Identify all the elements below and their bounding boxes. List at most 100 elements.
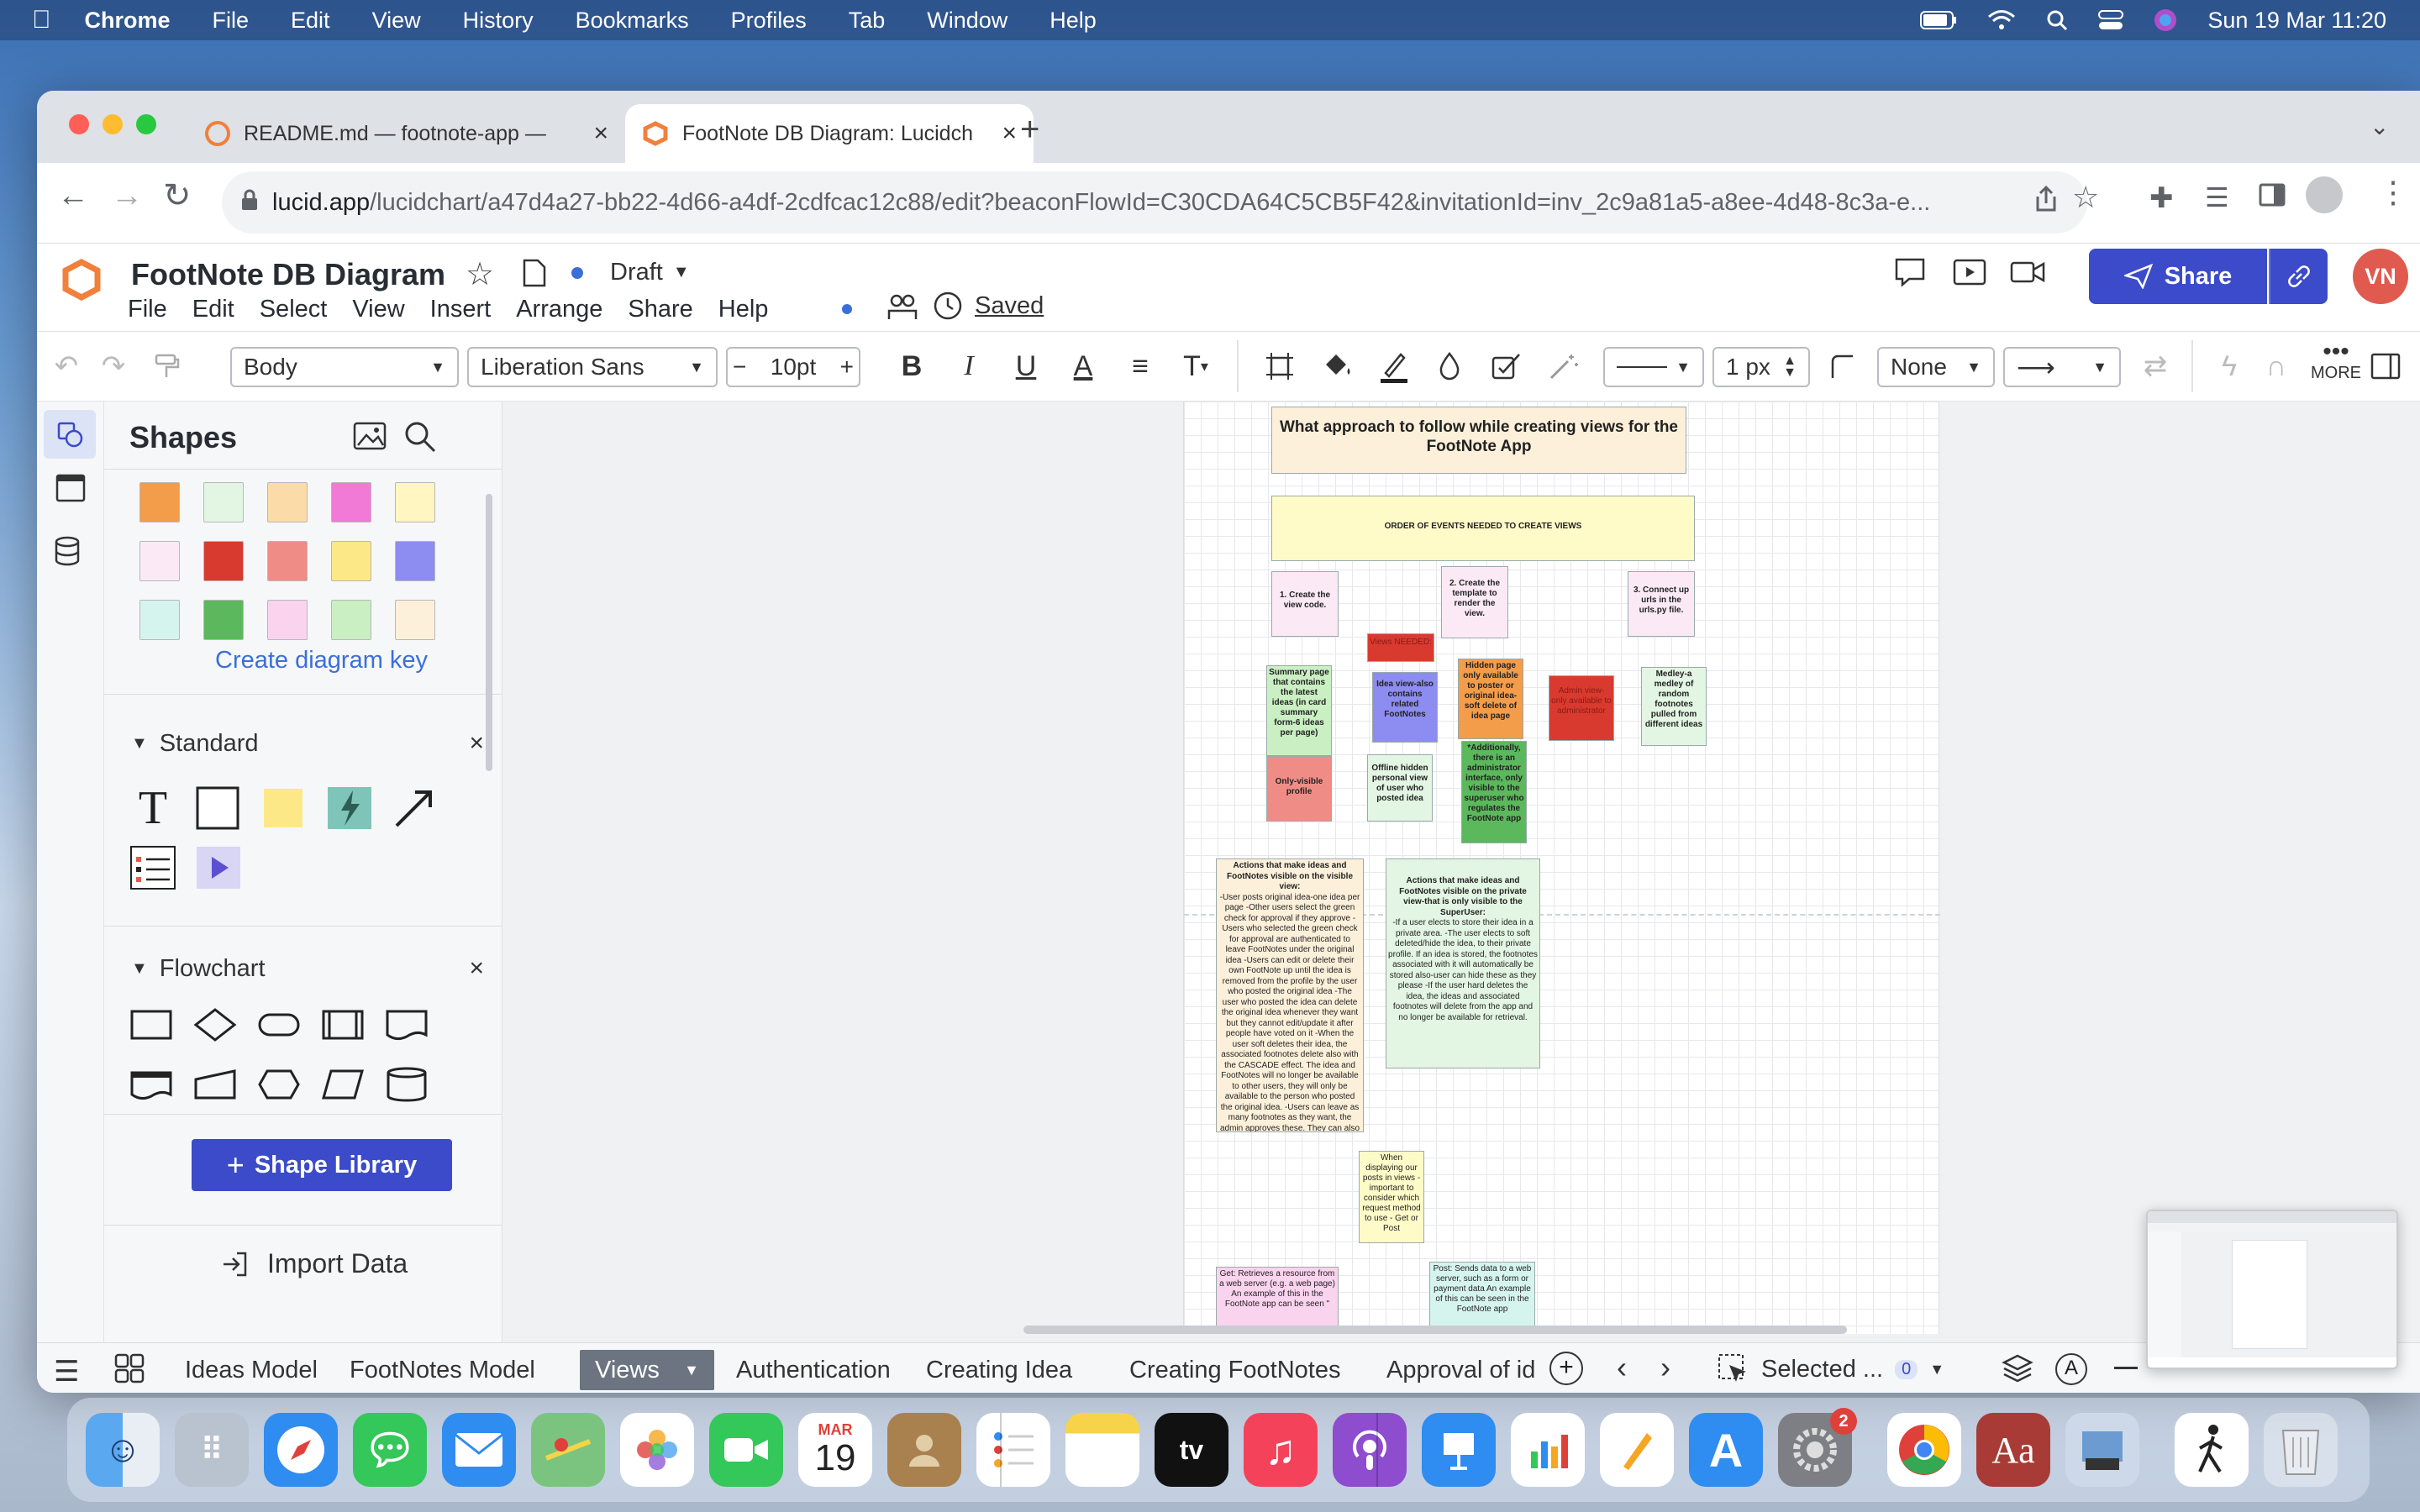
- color-swatch[interactable]: [203, 482, 244, 522]
- add-page-icon[interactable]: +: [1549, 1352, 1583, 1385]
- video-shape-icon[interactable]: [195, 845, 242, 890]
- prev-page-icon[interactable]: ‹: [1617, 1350, 1627, 1385]
- profile-avatar-icon[interactable]: [2306, 176, 2343, 213]
- system-settings-icon[interactable]: 2: [1778, 1408, 1857, 1487]
- back-arrow-icon[interactable]: ←: [57, 178, 89, 214]
- layers-icon[interactable]: [2002, 1353, 2033, 1383]
- diagram-canvas[interactable]: What approach to follow while creating v…: [502, 402, 2420, 1342]
- facetime-icon[interactable]: [709, 1413, 783, 1487]
- step1-box[interactable]: 1. Create the view code.: [1271, 571, 1339, 637]
- color-swatch[interactable]: [267, 600, 308, 640]
- terminator-shape-icon[interactable]: [257, 1006, 301, 1043]
- standard-section-header[interactable]: ▼ Standard ×: [131, 729, 484, 758]
- shape-library-button[interactable]: + Shape Library: [192, 1139, 452, 1191]
- photos-icon[interactable]: [620, 1413, 694, 1487]
- decrease-size-icon[interactable]: −: [733, 354, 746, 381]
- close-tab-icon[interactable]: ×: [593, 119, 608, 148]
- minimize-window-button[interactable]: [103, 114, 123, 134]
- next-page-icon[interactable]: ›: [1660, 1350, 1670, 1385]
- redo-icon[interactable]: ↷: [92, 345, 134, 387]
- menu-arrange[interactable]: Arrange: [516, 296, 602, 323]
- undo-icon[interactable]: ↶: [45, 345, 87, 387]
- trash-icon[interactable]: [2264, 1413, 2338, 1487]
- color-swatch[interactable]: [139, 482, 180, 522]
- color-swatch[interactable]: [139, 541, 180, 581]
- apple-icon[interactable]: : [32, 6, 51, 34]
- page-tab-footnotes-model[interactable]: FootNotes Model: [334, 1350, 550, 1390]
- line-start-select[interactable]: None ▼: [1877, 347, 1995, 387]
- menubar-item-window[interactable]: Window: [927, 8, 1007, 34]
- swap-arrows-icon[interactable]: ⇄: [2134, 345, 2176, 387]
- messages-icon[interactable]: 💬︎: [353, 1413, 427, 1487]
- line-width-value[interactable]: 1 px: [1726, 354, 1770, 381]
- conditional-format-icon[interactable]: [1486, 345, 1528, 387]
- zoom-out-icon[interactable]: [2114, 1367, 2138, 1369]
- page-tab-ideas-model[interactable]: Ideas Model: [170, 1350, 333, 1390]
- share-button[interactable]: Share: [2089, 249, 2267, 304]
- decision-shape-icon[interactable]: [193, 1006, 237, 1043]
- italic-icon[interactable]: I: [948, 345, 990, 387]
- opacity-icon[interactable]: [1428, 345, 1470, 387]
- page-tab-views[interactable]: Views ▼: [580, 1350, 714, 1390]
- shape-options-icon[interactable]: [1259, 345, 1301, 387]
- data-icon[interactable]: [54, 536, 87, 568]
- text-style-select[interactable]: Body ▼: [230, 347, 459, 387]
- rectangle-shape-icon[interactable]: [195, 785, 242, 831]
- order-of-events-box[interactable]: ORDER OF EVENTS NEEDED TO CREATE VIEWS: [1271, 496, 1695, 561]
- tab-readme[interactable]: README.md — footnote-app — ×: [188, 104, 625, 163]
- reload-icon[interactable]: ↻: [163, 176, 192, 215]
- calendar-icon[interactable]: MAR 19: [798, 1413, 872, 1487]
- process-shape-icon[interactable]: [129, 1006, 173, 1043]
- admin-interface-box[interactable]: *Additionally, there is an administrator…: [1461, 741, 1527, 843]
- tab-lucid[interactable]: FootNote DB Diagram: Lucidch ×: [625, 104, 1034, 163]
- page-tab-approval[interactable]: Approval of id: [1371, 1350, 1536, 1390]
- side-panel-icon[interactable]: [2259, 181, 2286, 208]
- private-actions-box[interactable]: Actions that make ideas and FootNotes vi…: [1386, 858, 1540, 1068]
- database-shape-icon[interactable]: [385, 1066, 429, 1103]
- page-tab-creating-footnotes[interactable]: Creating FootNotes: [1114, 1350, 1355, 1390]
- color-swatch[interactable]: [331, 600, 371, 640]
- zoom-window-button[interactable]: [136, 114, 156, 134]
- line-color-icon[interactable]: [1373, 345, 1415, 387]
- menubar-item-view[interactable]: View: [372, 8, 421, 34]
- medley-box[interactable]: Medley-a medley of random footnotes pull…: [1641, 667, 1707, 746]
- copy-link-button[interactable]: [2269, 249, 2328, 304]
- more-button[interactable]: ••• MORE: [2311, 339, 2361, 383]
- text-shape-icon[interactable]: T: [129, 785, 176, 832]
- battery-icon[interactable]: [1920, 11, 1957, 29]
- menubar-item-profiles[interactable]: Profiles: [731, 8, 807, 34]
- numbers-icon[interactable]: [1511, 1413, 1585, 1487]
- page-grid-icon[interactable]: [114, 1353, 145, 1383]
- templates-icon[interactable]: [55, 474, 86, 502]
- flowchart-section-header[interactable]: ▼ Flowchart ×: [131, 954, 484, 983]
- hidden-page-box[interactable]: Hidden page only available to poster or …: [1458, 659, 1523, 739]
- color-swatch[interactable]: [395, 600, 435, 640]
- notes-icon[interactable]: [1065, 1413, 1139, 1487]
- extensions-puzzle-icon[interactable]: ✚: [2149, 181, 2174, 215]
- contacts-icon[interactable]: [887, 1413, 961, 1487]
- text-color-icon[interactable]: A: [1062, 345, 1104, 387]
- color-swatch[interactable]: [267, 482, 308, 522]
- close-section-icon[interactable]: ×: [469, 729, 484, 758]
- reading-list-icon[interactable]: ☰: [2205, 181, 2229, 213]
- summary-page-box[interactable]: Summary page that contains the latest id…: [1266, 665, 1332, 756]
- caret-down-icon[interactable]: ▼: [684, 1362, 699, 1379]
- right-panel-icon[interactable]: [2365, 345, 2407, 387]
- line-shape-icon[interactable]: [1822, 345, 1864, 387]
- menu-share[interactable]: Share: [628, 296, 692, 323]
- menu-help[interactable]: Help: [718, 296, 769, 323]
- new-tab-button[interactable]: +: [1020, 111, 1039, 149]
- navigate-icon[interactable]: A: [2055, 1353, 2087, 1385]
- draft-status-dropdown[interactable]: Draft ▼: [610, 259, 690, 286]
- document-icon[interactable]: [523, 259, 546, 287]
- create-diagram-key-link[interactable]: Create diagram key: [215, 647, 428, 675]
- apple-tv-icon[interactable]: tv: [1155, 1413, 1228, 1487]
- screenshot-thumbnail[interactable]: [2146, 1210, 2398, 1369]
- line-end-select[interactable]: ⟶ ▼: [2003, 347, 2121, 387]
- format-painter-icon[interactable]: [146, 345, 188, 387]
- maps-icon[interactable]: [531, 1413, 605, 1487]
- offline-hidden-view-box[interactable]: Offline hidden personal view of user who…: [1367, 754, 1433, 822]
- reminders-icon[interactable]: [976, 1413, 1050, 1487]
- menubar-item-file[interactable]: File: [213, 8, 250, 34]
- accessibility-walking-icon[interactable]: [2175, 1413, 2249, 1487]
